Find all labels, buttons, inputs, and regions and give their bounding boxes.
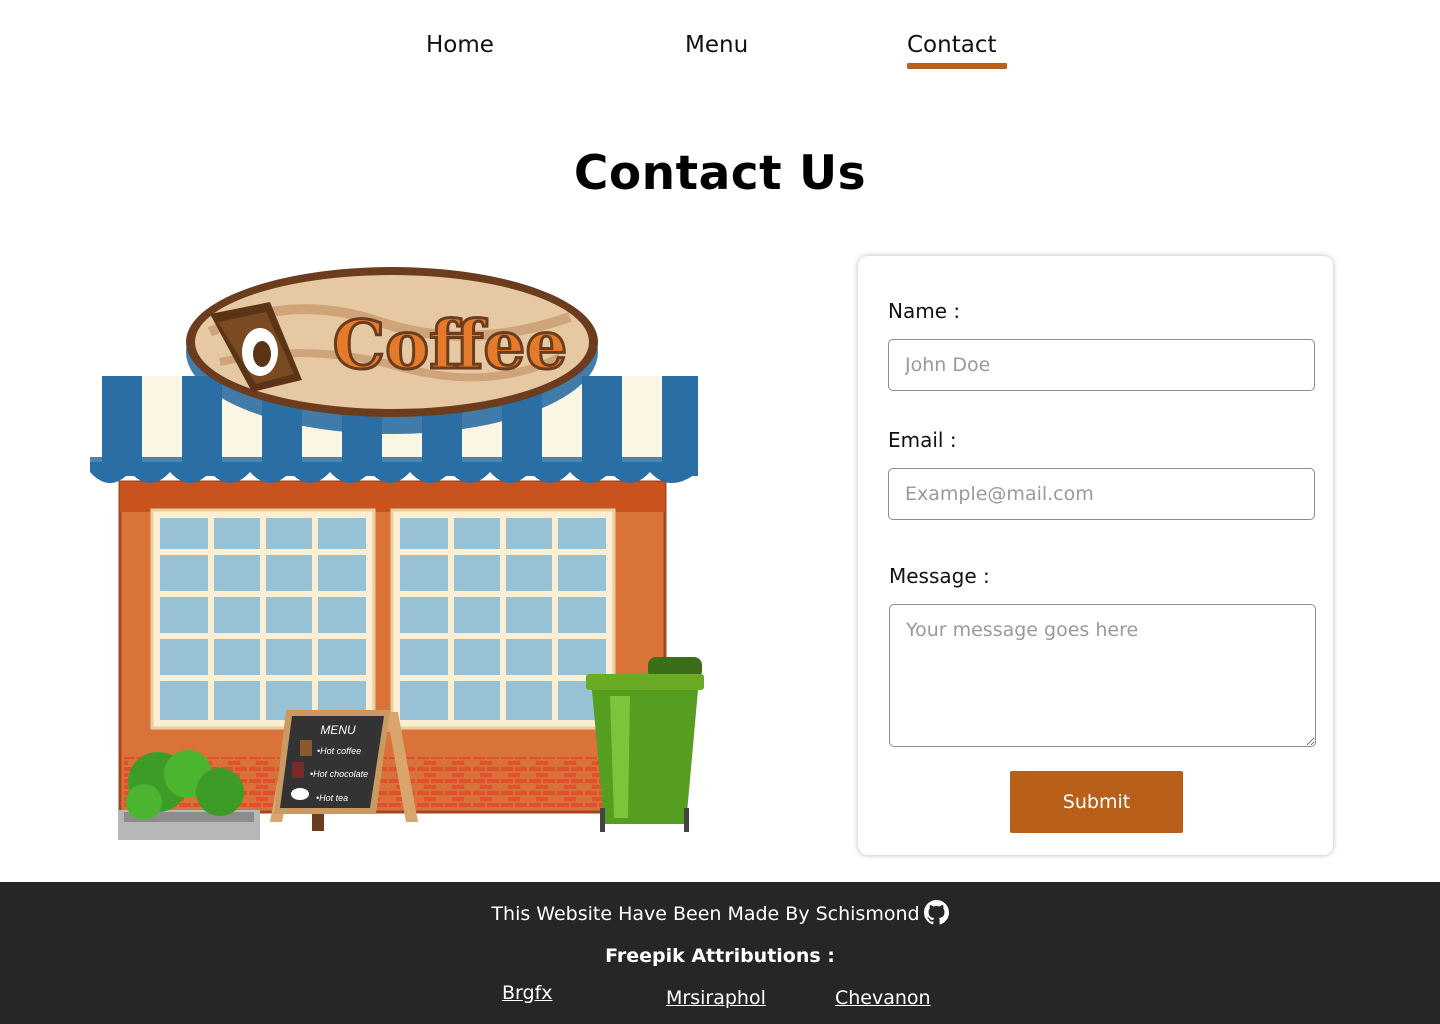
github-icon[interactable] [923,900,949,930]
submit-button[interactable]: Submit [1010,771,1183,833]
contact-form: Name : Email : Message : Submit [858,256,1333,855]
page-title: Contact Us [573,146,867,201]
menu-board-item: •Hot coffee [317,746,361,756]
coffee-shop-drawing: Coffee MENU •Hot coffee •Hot chocolate •… [90,267,704,840]
menu-board-item: •Hot tea [316,793,348,803]
footer-credit-text: This Website Have Been Made By Schismond [491,903,920,925]
menu-board-item: •Hot chocolate [310,769,368,779]
top-nav: Home Menu Contact [0,0,1440,100]
footer-credit: This Website Have Been Made By Schismond [0,900,1440,930]
nav-link-home[interactable]: Home [426,32,494,58]
nav-link-contact[interactable]: Contact [907,32,996,58]
coffee-shop-illustration: Coffee MENU •Hot coffee •Hot chocolate •… [80,262,720,852]
attributions-title: Freepik Attributions : [605,945,835,967]
name-label: Name : [888,299,961,323]
menu-board-title: MENU [320,723,356,737]
attribution-link-chevanon[interactable]: Chevanon [835,987,931,1009]
message-field[interactable] [889,604,1316,747]
message-label: Message : [889,564,990,588]
nav-link-menu[interactable]: Menu [685,32,748,58]
coffee-sign: Coffee [186,267,598,434]
active-nav-indicator [907,63,1007,69]
footer: This Website Have Been Made By Schismond… [0,882,1440,1024]
name-field[interactable] [888,339,1315,391]
email-label: Email : [888,428,957,452]
attribution-link-mrsiraphol[interactable]: Mrsiraphol [666,987,766,1009]
sign-text: Coffee [333,306,568,384]
email-field[interactable] [888,468,1315,520]
trash-bin [586,657,704,832]
attribution-link-brgfx[interactable]: Brgfx [502,982,553,1004]
